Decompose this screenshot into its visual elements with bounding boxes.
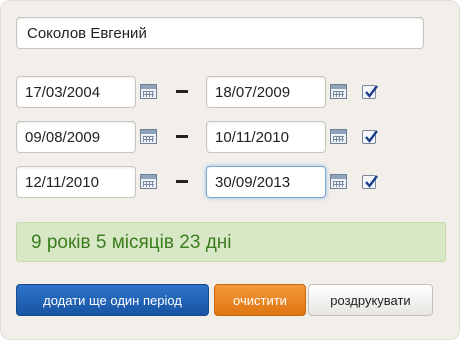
clear-button[interactable]: очистити <box>214 284 306 316</box>
result-message: 9 років 5 місяців 23 дні <box>16 222 446 262</box>
calendar-icon[interactable] <box>330 174 347 189</box>
name-input[interactable] <box>16 17 424 49</box>
period-end-input[interactable] <box>206 121 326 153</box>
calendar-icon[interactable] <box>140 84 157 99</box>
print-button[interactable]: роздрукувати <box>308 284 433 316</box>
checkmark-icon <box>365 175 378 188</box>
checkmark-icon <box>365 130 378 143</box>
period-end-input[interactable] <box>206 76 326 108</box>
checkmark-icon <box>365 85 378 98</box>
calendar-icon[interactable] <box>330 129 347 144</box>
range-separator <box>176 135 188 138</box>
period-start-input[interactable] <box>16 166 136 198</box>
period-checkbox[interactable] <box>362 85 378 99</box>
period-end-input[interactable] <box>206 166 326 198</box>
calendar-icon[interactable] <box>330 84 347 99</box>
period-start-input[interactable] <box>16 121 136 153</box>
period-start-input[interactable] <box>16 76 136 108</box>
period-row <box>1 76 460 110</box>
calendar-icon[interactable] <box>140 129 157 144</box>
period-checkbox[interactable] <box>362 175 378 189</box>
calculator-panel: 9 років 5 місяців 23 дні додати ще один … <box>0 0 460 340</box>
range-separator <box>176 180 188 183</box>
period-row <box>1 166 460 200</box>
calendar-icon[interactable] <box>140 174 157 189</box>
period-checkbox[interactable] <box>362 130 378 144</box>
range-separator <box>176 90 188 93</box>
add-period-button[interactable]: додати ще один період <box>16 284 209 316</box>
period-row <box>1 121 460 155</box>
